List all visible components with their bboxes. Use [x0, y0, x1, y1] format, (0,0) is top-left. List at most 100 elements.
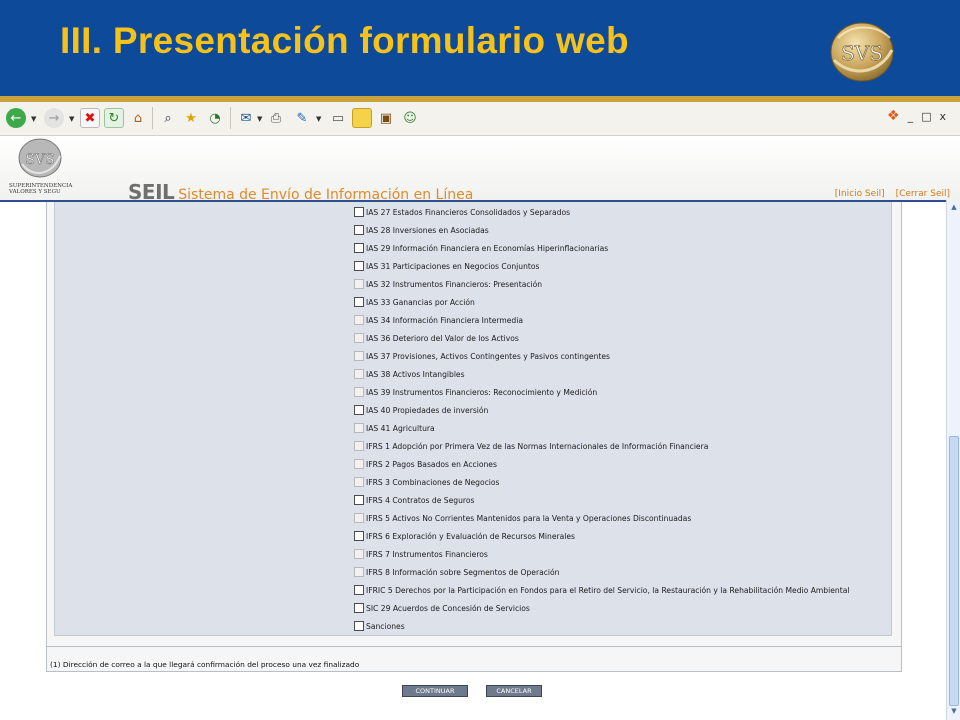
checkbox-row[interactable]: IAS 36 Deterioro del Valor de los Activo…	[354, 329, 884, 347]
checkbox-label: SIC 29 Acuerdos de Concesión de Servicio…	[366, 603, 530, 613]
checkbox	[354, 315, 364, 325]
checkbox[interactable]	[354, 531, 364, 541]
footnote: (1) Dirección de correo a la que llegará…	[50, 660, 360, 669]
back-dropdown-icon[interactable]: ▼	[31, 115, 36, 123]
checkbox-label: IAS 27 Estados Financieros Consolidados …	[366, 207, 571, 217]
checkbox-row[interactable]: IAS 40 Propiedades de inversión	[354, 401, 884, 419]
checkbox-row[interactable]: IAS 29 Información Financiera en Economí…	[354, 239, 884, 257]
checkbox[interactable]	[354, 621, 364, 631]
checkbox-label: IAS 40 Propiedades de inversión	[366, 405, 489, 415]
checkbox-row[interactable]: IFRS 7 Instrumentos Financieros	[354, 545, 884, 563]
standards-checkbox-list: IAS 27 Estados Financieros Consolidados …	[354, 203, 884, 635]
checkbox-row[interactable]: IFRS 1 Adopción por Primera Vez de las N…	[354, 437, 884, 455]
stop-icon[interactable]: ✖	[80, 108, 100, 128]
checkbox	[354, 513, 364, 523]
checkbox-row[interactable]: IAS 37 Provisiones, Activos Contingentes…	[354, 347, 884, 365]
checkbox[interactable]	[354, 495, 364, 505]
minimize-button[interactable]: _	[908, 110, 914, 123]
svs-logo: SVS	[830, 22, 894, 82]
refresh-icon[interactable]: ↻	[104, 108, 124, 128]
checkbox	[354, 423, 364, 433]
back-icon[interactable]: ←	[6, 108, 26, 128]
checkbox-row[interactable]: IFRS 5 Activos No Corrientes Mantenidos …	[354, 509, 884, 527]
checkbox-label: IAS 33 Ganancias por Acción	[366, 297, 475, 307]
checkbox-label: IAS 32 Instrumentos Financieros: Present…	[366, 279, 543, 289]
checkbox-row[interactable]: SIC 29 Acuerdos de Concesión de Servicio…	[354, 599, 884, 617]
checkbox[interactable]	[354, 207, 364, 217]
checkbox-label: IFRS 4 Contratos de Seguros	[366, 495, 475, 505]
close-button[interactable]: x	[939, 110, 946, 123]
checkbox-label: IFRS 5 Activos No Corrientes Mantenidos …	[366, 513, 692, 523]
checkbox-row[interactable]: IAS 27 Estados Financieros Consolidados …	[354, 203, 884, 221]
restore-button[interactable]: □	[921, 110, 931, 123]
checkbox-row[interactable]: IAS 41 Agricultura	[354, 419, 884, 437]
print-icon[interactable]: ⎙	[266, 108, 286, 128]
svs-logo-text: SVS	[841, 41, 883, 65]
checkbox-row[interactable]: IFRS 3 Combinaciones de Negocios	[354, 473, 884, 491]
checkbox-row[interactable]: IAS 34 Información Financiera Intermedia	[354, 311, 884, 329]
checkbox-row[interactable]: IFRIC 5 Derechos por la Participación en…	[354, 581, 884, 599]
scroll-thumb[interactable]	[949, 436, 959, 706]
toolbar-separator	[230, 107, 231, 129]
header-links: [Inicio Seil] [Cerrar Seil]	[827, 189, 950, 199]
checkbox-row[interactable]: IAS 32 Instrumentos Financieros: Present…	[354, 275, 884, 293]
checkbox[interactable]	[354, 297, 364, 307]
checkbox-row[interactable]: IAS 28 Inversiones en Asociadas	[354, 221, 884, 239]
scroll-down-icon[interactable]: ▼	[948, 707, 960, 719]
org-name: SUPERINTENDENCIA VALORES Y SEGU	[9, 183, 72, 195]
checkbox-label: IAS 36 Deterioro del Valor de los Activo…	[366, 333, 519, 343]
favorites-icon[interactable]: ★	[181, 108, 201, 128]
window-controls: ❖ _ □ x	[887, 104, 946, 128]
checkbox-row[interactable]: Sanciones	[354, 617, 884, 635]
checkbox-label: IAS 37 Provisiones, Activos Contingentes…	[366, 351, 611, 361]
checkbox-row[interactable]: IFRS 2 Pagos Basados en Acciones	[354, 455, 884, 473]
checkbox[interactable]	[354, 603, 364, 613]
checkbox	[354, 279, 364, 289]
home-icon[interactable]: ⌂	[128, 108, 148, 128]
forward-icon[interactable]: →	[44, 108, 64, 128]
checkbox[interactable]	[354, 261, 364, 271]
continue-button[interactable]: CONTINUAR	[402, 685, 468, 697]
checkbox-row[interactable]: IAS 33 Ganancias por Acción	[354, 293, 884, 311]
logout-link[interactable]: [Cerrar Seil]	[896, 189, 950, 199]
checkbox	[354, 567, 364, 577]
org-name-line2: VALORES Y SEGU	[9, 189, 61, 195]
checkbox	[354, 549, 364, 559]
edit-dropdown-icon[interactable]: ▼	[316, 115, 321, 123]
edit-icon[interactable]: ✎	[292, 108, 312, 128]
home-link[interactable]: [Inicio Seil]	[835, 189, 885, 199]
cancel-button[interactable]: CANCELAR	[486, 685, 542, 697]
checkbox	[354, 333, 364, 343]
toolbar-separator	[152, 107, 153, 129]
forward-dropdown-icon[interactable]: ▼	[69, 115, 74, 123]
checkbox-label: IAS 38 Activos Intangibles	[366, 369, 465, 379]
browser-toolbar: ← ▼ → ▼ ✖ ↻ ⌂ ⌕ ★ ◔ ✉ ▼ ⎙ ✎ ▼ ▭ ▣ ☺	[0, 102, 960, 136]
research-icon[interactable]: ▣	[376, 108, 396, 128]
checkbox[interactable]	[354, 585, 364, 595]
windows-flag-icon: ❖	[887, 108, 900, 124]
search-icon[interactable]: ⌕	[158, 108, 178, 128]
checkbox-row[interactable]: IAS 38 Activos Intangibles	[354, 365, 884, 383]
history-icon[interactable]: ◔	[205, 108, 225, 128]
checkbox-row[interactable]: IFRS 6 Exploración y Evaluación de Recur…	[354, 527, 884, 545]
messenger-icon[interactable]: ☺	[400, 108, 420, 128]
checkbox-label: IFRS 6 Exploración y Evaluación de Recur…	[366, 531, 576, 541]
checkbox-label: IFRIC 5 Derechos por la Participación en…	[366, 585, 850, 595]
discuss-icon[interactable]: ▭	[328, 108, 348, 128]
checkbox-row[interactable]: IFRS 8 Información sobre Segmentos de Op…	[354, 563, 884, 581]
checkbox[interactable]	[354, 243, 364, 253]
checkbox-row[interactable]: IAS 31 Participaciones en Negocios Conju…	[354, 257, 884, 275]
mail-icon[interactable]: ✉	[236, 108, 256, 128]
notes-icon[interactable]	[352, 108, 372, 128]
checkbox[interactable]	[354, 225, 364, 235]
checkbox[interactable]	[354, 405, 364, 415]
svs-small-logo-text: SVS	[25, 152, 54, 168]
checkbox	[354, 369, 364, 379]
checkbox-row[interactable]: IAS 39 Instrumentos Financieros: Reconoc…	[354, 383, 884, 401]
checkbox	[354, 441, 364, 451]
mail-dropdown-icon[interactable]: ▼	[257, 115, 262, 123]
checkbox-label: IFRS 7 Instrumentos Financieros	[366, 549, 488, 559]
scroll-up-icon[interactable]: ▲	[948, 203, 960, 215]
checkbox-row[interactable]: IFRS 4 Contratos de Seguros	[354, 491, 884, 509]
checkbox	[354, 387, 364, 397]
